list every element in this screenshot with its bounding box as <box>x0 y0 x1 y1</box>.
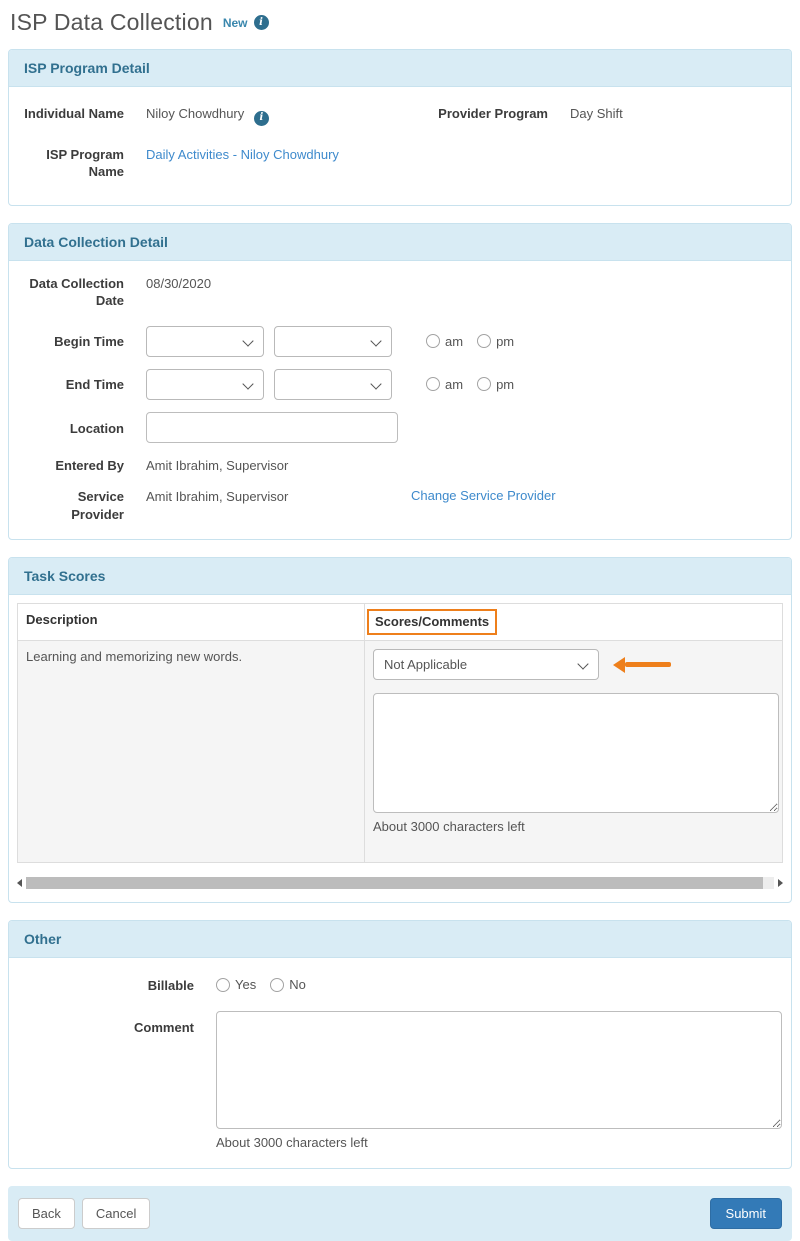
begin-time-pm-radio[interactable]: pm <box>477 333 514 351</box>
end-time-hour-select[interactable] <box>146 368 264 400</box>
end-am-radio-input[interactable] <box>426 377 440 392</box>
billable-no-radio-input[interactable] <box>270 978 285 993</box>
begin-am-radio-input[interactable] <box>426 334 440 349</box>
data-collection-date-label: Data Collection Date <box>29 275 124 309</box>
location-label: Location <box>69 420 124 436</box>
individual-info-icon[interactable]: i <box>253 110 269 126</box>
info-icon[interactable]: i <box>253 15 269 30</box>
begin-time-minute-select[interactable] <box>274 325 392 357</box>
status-badge-new: New <box>222 15 248 30</box>
service-provider-label: Service Provider <box>71 489 124 522</box>
end-time-am-radio[interactable]: am <box>426 376 463 394</box>
callout-arrow-icon <box>613 656 671 673</box>
service-provider-value: Amit Ibrahim, Supervisor <box>146 489 289 505</box>
page-title: ISP Data Collection <box>10 9 213 35</box>
begin-time-hour-select[interactable] <box>146 325 264 357</box>
provider-program-value: Day Shift <box>570 106 623 121</box>
billable-no-radio[interactable]: No <box>270 976 306 994</box>
begin-pm-radio-input[interactable] <box>477 334 492 349</box>
data-collection-date-value: 08/30/2020 <box>146 275 212 291</box>
submit-button[interactable]: Submit <box>709 1197 782 1230</box>
billable-yes-radio-input[interactable] <box>216 978 230 993</box>
billable-label: Billable <box>147 977 194 993</box>
panel-data-collection-detail: Data Collection Detail Data Collection D… <box>8 222 792 541</box>
panel-other: Other Billable Yes No Comment About 3000… <box>8 920 792 1169</box>
chars-left-hint: About 3000 characters left <box>216 1134 368 1150</box>
scroll-left-arrow-icon[interactable] <box>17 878 22 887</box>
begin-time-am-radio[interactable]: am <box>426 333 463 351</box>
begin-time-label: Begin Time <box>54 333 124 349</box>
isp-program-name-link[interactable]: Daily Activities - Niloy Chowdhury <box>146 147 339 162</box>
score-select[interactable]: Not Applicable <box>373 649 599 681</box>
scores-comments-highlight-box: Scores/Comments <box>367 609 498 636</box>
scrollbar-track[interactable] <box>26 876 774 889</box>
end-time-minute-select[interactable] <box>274 368 392 400</box>
entered-by-value: Amit Ibrahim, Supervisor <box>146 457 289 473</box>
billable-yes-radio[interactable]: Yes <box>216 976 256 994</box>
panel-task-scores: Task Scores Description Scores/Comments … <box>8 557 792 904</box>
provider-program-label: Provider Program <box>438 106 548 121</box>
panel-title: Data Collection Detail <box>9 223 791 261</box>
comment-label: Comment <box>134 1019 194 1035</box>
page-header: ISP Data Collection New i <box>0 0 800 49</box>
cancel-button[interactable]: Cancel <box>81 1197 151 1230</box>
chars-left-hint: About 3000 characters left <box>373 819 525 835</box>
scores-comments-column-header: Scores/Comments <box>364 603 783 642</box>
panel-title: Task Scores <box>9 558 791 596</box>
isp-program-name-label: ISP Program Name <box>46 146 124 180</box>
task-description-cell: Learning and memorizing new words. <box>17 640 365 864</box>
horizontal-scrollbar[interactable] <box>17 876 783 889</box>
individual-name-label: Individual Name <box>24 106 124 121</box>
table-row: Learning and memorizing new words. Not A… <box>17 640 783 864</box>
score-comment-textarea[interactable] <box>373 693 779 814</box>
back-button[interactable]: Back <box>18 1197 75 1230</box>
footer-action-bar: Back Cancel Submit <box>8 1185 792 1241</box>
change-service-provider-link[interactable]: Change Service Provider <box>411 488 556 503</box>
panel-isp-program-detail: ISP Program Detail Individual Name Niloy… <box>8 49 792 206</box>
scrollbar-thumb[interactable] <box>26 876 763 889</box>
end-pm-radio-input[interactable] <box>477 377 492 392</box>
panel-title: ISP Program Detail <box>9 50 791 87</box>
location-input[interactable] <box>146 411 398 443</box>
end-time-label: End Time <box>65 376 124 392</box>
score-comment-cell: Not Applicable About 3000 characters lef… <box>364 640 783 864</box>
end-time-pm-radio[interactable]: pm <box>477 376 514 394</box>
entered-by-label: Entered By <box>55 457 124 473</box>
description-column-header: Description <box>17 603 365 642</box>
other-comment-textarea[interactable] <box>216 1010 782 1129</box>
panel-title: Other <box>9 921 791 959</box>
individual-name-value: Niloy Chowdhury i <box>146 105 396 126</box>
task-scores-table: Description Scores/Comments Learning and… <box>17 603 783 864</box>
scroll-right-arrow-icon[interactable] <box>778 878 783 887</box>
